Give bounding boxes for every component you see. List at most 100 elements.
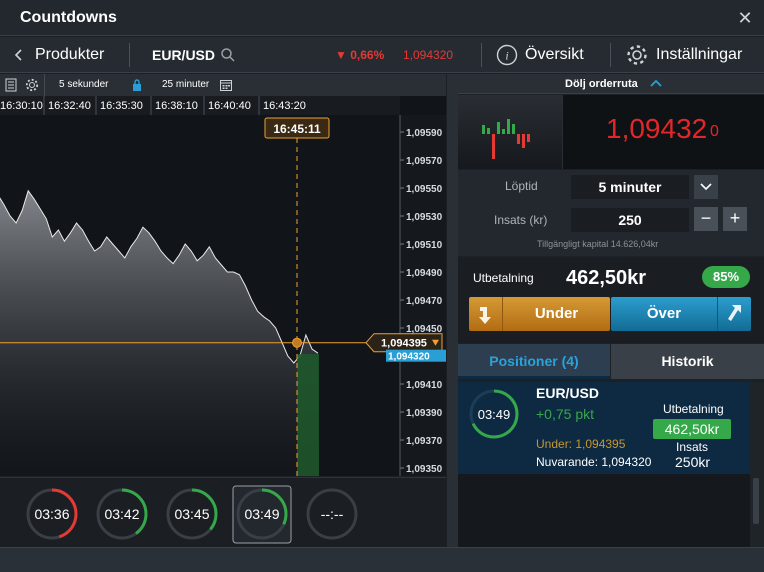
price-area xyxy=(0,190,318,476)
duration-label: Löptid xyxy=(505,179,538,193)
y-tick-label: 1,09590 xyxy=(406,128,443,139)
close-icon[interactable]: ✕ xyxy=(736,8,754,29)
position-timer-text: 03:49 xyxy=(478,407,511,422)
position-stake-label: Insats xyxy=(676,440,709,454)
chevron-up-icon[interactable] xyxy=(650,79,662,88)
stake-input[interactable] xyxy=(571,208,689,232)
tab-history-label: Historik xyxy=(661,353,714,369)
window-title: Countdowns xyxy=(20,9,117,26)
divider xyxy=(44,74,45,96)
y-tick-label: 1,09530 xyxy=(406,212,443,223)
instrument-symbol[interactable]: EUR/USD xyxy=(152,47,215,63)
profit-zone xyxy=(297,354,319,476)
countdown-time: 03:49 xyxy=(244,506,279,522)
chart-toolbar: 5 sekunder 25 minuter xyxy=(0,74,446,96)
search-icon[interactable] xyxy=(220,47,236,63)
divider xyxy=(562,95,563,169)
range-select[interactable]: 25 minuter xyxy=(162,79,209,90)
countdown-time: 03:42 xyxy=(104,506,139,522)
position-payout-label: Utbetalning xyxy=(663,402,724,416)
countdown-strip: 03:36 03:42 03:45 03:49 --:-- xyxy=(0,477,446,547)
countdown-time: --:-- xyxy=(321,506,344,522)
chevron-down-icon xyxy=(700,183,712,191)
tab-positions[interactable]: Positioner (4) xyxy=(458,344,610,379)
stake-label: Insats (kr) xyxy=(494,213,548,227)
over-label: Över xyxy=(646,305,682,322)
y-tick-label: 1,09570 xyxy=(406,156,443,167)
y-tick-label: 1,09410 xyxy=(406,380,443,391)
current-price-tag: 1,094320 xyxy=(386,349,446,363)
x-tick-label: 16:40:40 xyxy=(208,100,251,112)
calendar-icon[interactable] xyxy=(219,78,233,92)
countdown-item[interactable]: 03:42 xyxy=(96,488,148,540)
position-strike: Under: 1,094395 xyxy=(536,437,626,451)
decrease-stake-button[interactable]: − xyxy=(694,207,718,231)
position-payout-value: 462,50kr xyxy=(653,419,731,439)
document-icon[interactable] xyxy=(4,78,18,92)
back-to-products-link[interactable]: Produkter xyxy=(35,46,104,64)
interval-select[interactable]: 5 sekunder xyxy=(59,79,108,90)
order-form: Löptid 5 minuter Insats (kr) − + Tillgän… xyxy=(458,170,764,256)
hide-order-bar[interactable]: Dölj orderruta xyxy=(458,74,764,94)
increase-stake-button[interactable]: + xyxy=(723,207,747,231)
gear-icon[interactable] xyxy=(25,78,39,92)
entry-point xyxy=(292,337,302,348)
y-tick-label: 1,09510 xyxy=(406,240,443,251)
settings-link[interactable]: Inställningar xyxy=(656,46,742,64)
scrollbar-thumb[interactable] xyxy=(753,478,759,524)
countdown-list: 03:36 03:42 03:45 03:49 --:-- xyxy=(26,485,358,544)
divider xyxy=(481,43,482,67)
lock-icon[interactable] xyxy=(131,78,143,92)
hide-order-label[interactable]: Dölj orderruta xyxy=(565,78,638,90)
countdown-item[interactable]: 03:36 xyxy=(26,488,78,540)
position-symbol: EUR/USD xyxy=(536,385,600,401)
under-label: Under xyxy=(534,305,579,322)
positions-list-empty xyxy=(458,474,750,547)
duration-dropdown-button[interactable] xyxy=(694,175,718,199)
x-tick-label: 16:43:20 xyxy=(263,100,306,112)
position-current: Nuvarande: 1,094320 xyxy=(536,455,652,469)
countdown-item[interactable]: 03:49 xyxy=(232,485,292,544)
price-change: ▼ 0,66% xyxy=(335,48,385,62)
payout-percent-badge: 85% xyxy=(702,266,750,288)
over-button[interactable]: Över xyxy=(611,297,751,331)
strike-tag[interactable]: 1,094395 xyxy=(365,333,443,353)
under-button[interactable]: Under xyxy=(469,297,610,331)
payout-label: Utbetalning xyxy=(473,271,534,285)
position-stake-value: 250kr xyxy=(675,454,711,470)
arrow-down-right-icon xyxy=(479,307,491,324)
chevron-left-icon[interactable] xyxy=(14,48,24,62)
tab-positions-label: Positioner (4) xyxy=(489,353,579,369)
nav-price: 1,094320 xyxy=(403,48,454,62)
expiry-tag: 16:45:11 xyxy=(264,117,330,139)
divider xyxy=(610,43,611,67)
countdown-item[interactable]: 03:45 xyxy=(166,488,218,540)
quote-price: 1,09432 xyxy=(606,113,708,144)
countdown-time: 03:36 xyxy=(34,506,69,522)
title-bar: Countdowns ✕ xyxy=(0,0,764,36)
arrow-up-right-icon xyxy=(728,305,741,321)
available-capital: Tillgängligt kapital 14.626,04kr xyxy=(537,239,659,249)
panel-divider xyxy=(447,74,458,547)
expiry-time: 16:45:11 xyxy=(273,122,321,136)
duration-select[interactable]: 5 minuter xyxy=(571,175,689,199)
tab-history[interactable]: Historik xyxy=(611,344,764,379)
position-pips: +0,75 pkt xyxy=(536,406,594,422)
quote-price-suffix: 0 xyxy=(710,123,719,140)
position-card[interactable]: 03:49 EUR/USD +0,75 pkt Under: 1,094395 … xyxy=(458,382,750,474)
payout-value: 462,50kr xyxy=(566,267,647,289)
price-chart[interactable]: 16:30:10 16:32:40 16:35:30 16:38:10 16:40:40… xyxy=(0,96,446,476)
countdown-item[interactable]: --:-- xyxy=(306,488,358,540)
y-tick-label: 1,09550 xyxy=(406,184,443,195)
gear-icon[interactable] xyxy=(625,43,649,67)
x-tick-label: 16:30:10 xyxy=(0,100,43,112)
strike-price: 1,094395 xyxy=(381,338,427,350)
positions-scrollbar[interactable] xyxy=(750,382,764,547)
mini-bars xyxy=(482,119,530,159)
chart-canvas[interactable]: 16:30:10 16:32:40 16:35:30 16:38:10 16:40:40… xyxy=(0,96,446,476)
y-tick-label: 1,09390 xyxy=(406,408,443,419)
y-tick-label: 1,09470 xyxy=(406,296,443,307)
overview-link[interactable]: Översikt xyxy=(525,46,584,64)
info-icon[interactable]: i xyxy=(496,44,518,66)
y-tick-label: 1,09350 xyxy=(406,464,443,475)
